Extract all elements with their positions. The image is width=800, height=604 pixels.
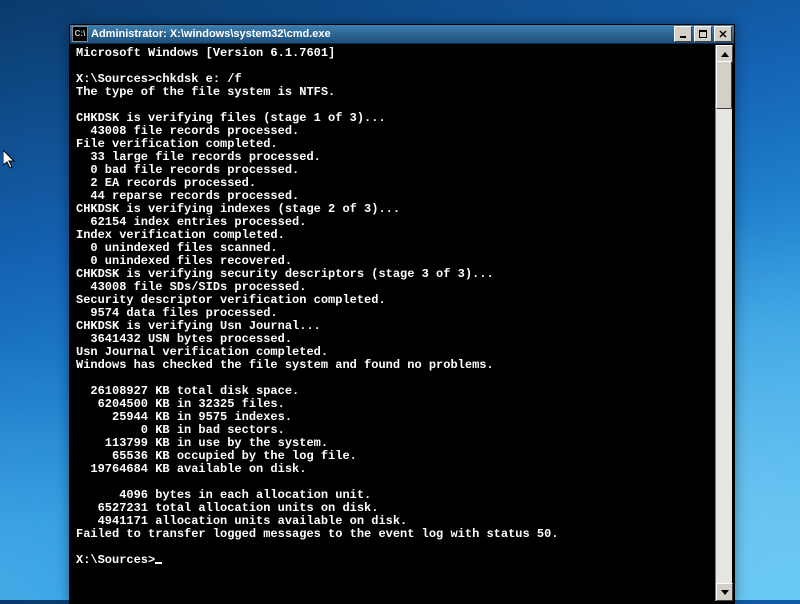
minimize-button[interactable] bbox=[674, 26, 692, 42]
chevron-down-icon bbox=[721, 590, 729, 595]
titlebar[interactable]: C:\ Administrator: X:\windows\system32\c… bbox=[70, 25, 734, 44]
cmd-window: C:\ Administrator: X:\windows\system32\c… bbox=[69, 24, 735, 604]
mouse-cursor-icon bbox=[3, 150, 19, 172]
cmd-icon: C:\ bbox=[72, 26, 88, 42]
client-area: Microsoft Windows [Version 6.1.7601] X:\… bbox=[72, 45, 732, 601]
maximize-button[interactable] bbox=[694, 26, 712, 42]
window-controls bbox=[674, 26, 732, 42]
vertical-scrollbar[interactable] bbox=[715, 45, 732, 601]
scroll-thumb[interactable] bbox=[716, 61, 732, 109]
text-cursor bbox=[155, 562, 162, 564]
close-button[interactable] bbox=[714, 26, 732, 42]
chevron-up-icon bbox=[721, 52, 729, 57]
scroll-down-button[interactable] bbox=[716, 583, 733, 601]
window-title: Administrator: X:\windows\system32\cmd.e… bbox=[91, 28, 674, 40]
console-output[interactable]: Microsoft Windows [Version 6.1.7601] X:\… bbox=[72, 45, 715, 601]
scroll-track[interactable] bbox=[716, 61, 732, 585]
